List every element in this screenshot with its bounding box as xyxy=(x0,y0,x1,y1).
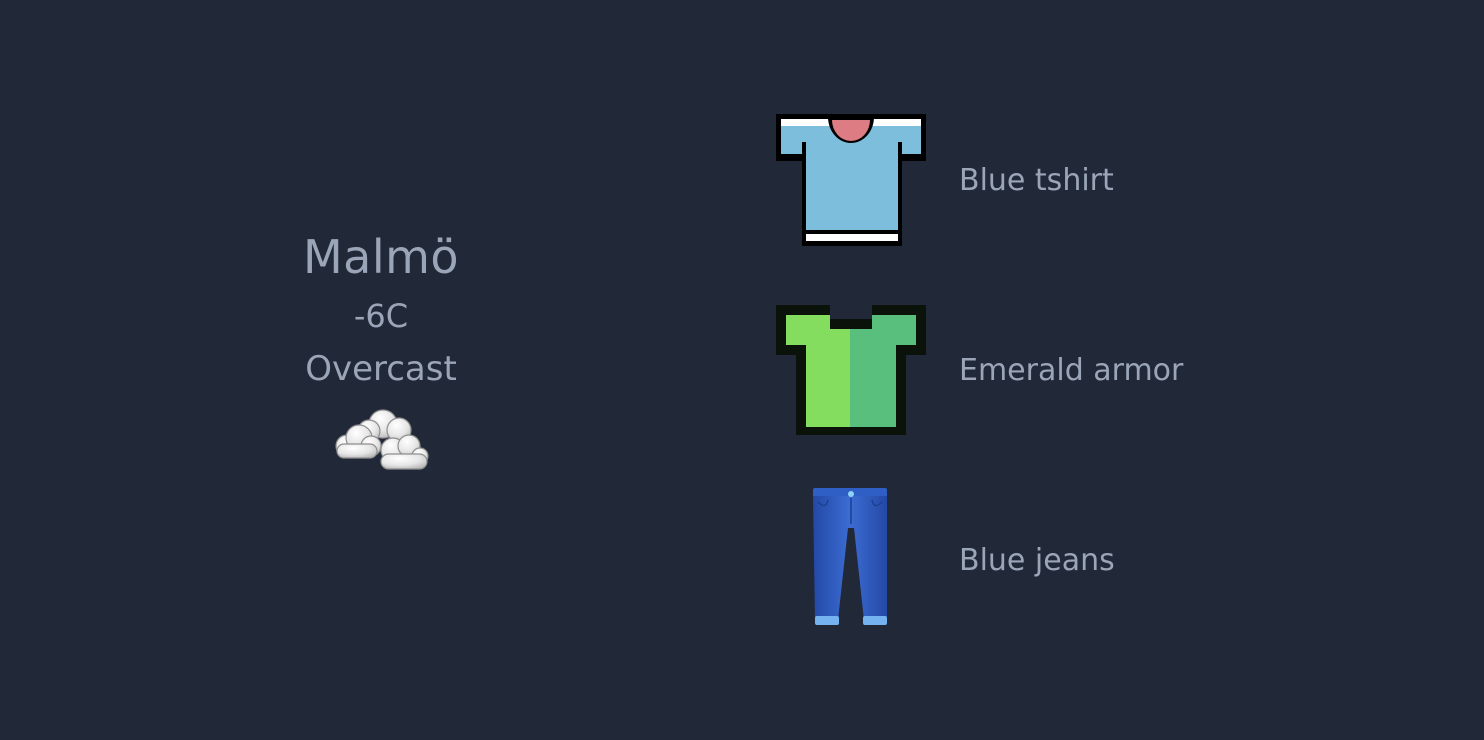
list-item: Blue jeans xyxy=(774,488,1115,628)
outfit-item-label: Blue tshirt xyxy=(959,162,1114,198)
list-item: Blue tshirt xyxy=(774,112,1114,248)
outfit-item-label: Blue jeans xyxy=(959,542,1115,578)
weather-panel: Malmö -6C Overcast xyxy=(231,226,531,476)
jeans-icon xyxy=(813,488,887,625)
weather-condition: Overcast xyxy=(305,349,457,389)
jeans-icon-box xyxy=(774,488,928,628)
armor-icon-box xyxy=(774,302,928,438)
app-root: Malmö -6C Overcast Blue tshirt Emerald a… xyxy=(0,0,1484,740)
temperature: -6C xyxy=(353,297,409,335)
tshirt-icon-box xyxy=(774,112,928,248)
armor-icon xyxy=(776,305,926,435)
list-item: Emerald armor xyxy=(774,302,1183,438)
weather-icon-wrap xyxy=(231,404,531,476)
city-name: Malmö xyxy=(302,230,460,284)
outfit-item-label: Emerald armor xyxy=(959,352,1184,388)
cloud-icon xyxy=(335,409,429,470)
tshirt-icon xyxy=(776,114,926,246)
